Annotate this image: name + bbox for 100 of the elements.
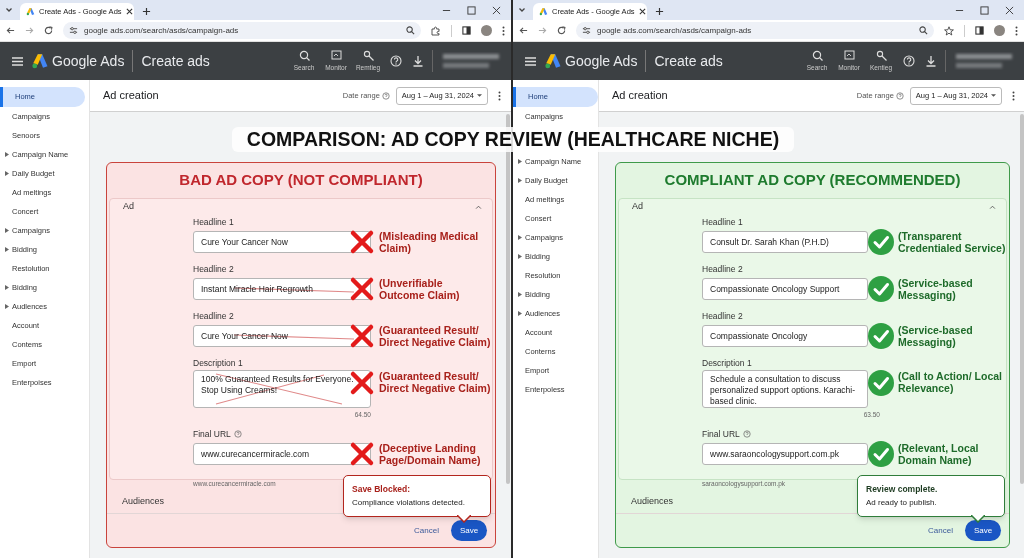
- address-bar[interactable]: google ads.com/search/asds/campaign-ads: [576, 22, 934, 39]
- expand-caret-icon[interactable]: [518, 254, 522, 259]
- maximize-icon[interactable]: [980, 6, 989, 15]
- page-heading: Create ads: [654, 51, 723, 71]
- tooltip-title: Save Blocked:: [352, 483, 412, 496]
- field-label: Headline 1: [193, 215, 234, 229]
- text-field[interactable]: Cure Your Cancer Now: [193, 231, 371, 253]
- field-label: Headline 2: [702, 309, 743, 323]
- compliance-note: (Service-based Messaging): [898, 277, 974, 301]
- tooltip-message: Ad ready to publish.: [866, 497, 938, 509]
- compliance-note: (Guaranteed Result/ Direct Negative Claim): [379, 324, 491, 348]
- expand-caret-icon[interactable]: [518, 178, 522, 183]
- site-settings-icon: [69, 26, 78, 35]
- scrollbar[interactable]: [1020, 114, 1024, 484]
- text-field[interactable]: Instant Miracle Hair Regrowth: [193, 278, 371, 300]
- product-name: Google Ads: [565, 51, 638, 71]
- more-menu-icon[interactable]: [1015, 25, 1018, 36]
- back-arrow-icon[interactable]: [6, 26, 15, 35]
- zoom-icon[interactable]: [406, 26, 415, 35]
- more-menu-icon[interactable]: [502, 25, 505, 36]
- download-icon[interactable]: [925, 55, 937, 67]
- side-panel-icon[interactable]: [462, 26, 471, 35]
- tooltip-message: Compliance violations detected.: [352, 497, 466, 509]
- section-title: Audiences: [631, 494, 674, 508]
- profile-avatar[interactable]: [994, 25, 1005, 36]
- profile-avatar[interactable]: [481, 25, 492, 36]
- close-icon[interactable]: [1005, 6, 1014, 15]
- section-title: Ad: [123, 200, 134, 214]
- dropdown-caret-icon: [991, 94, 996, 97]
- text-field[interactable]: Cure Your Cancer Now: [193, 325, 371, 347]
- tooltip-title: Review complete.: [866, 483, 939, 496]
- description-field[interactable]: Schedule a consultation to discuss personalized support options. Karachi-based clinic.: [702, 370, 868, 408]
- new-tab-icon[interactable]: [142, 7, 151, 16]
- field-label: Description 1: [193, 356, 243, 370]
- compliance-note: (Misleading Medical Claim): [379, 230, 480, 254]
- help-icon[interactable]: [903, 55, 915, 67]
- text-field[interactable]: www.saraoncologysupport.com.pk: [702, 443, 868, 465]
- collapse-chevron-icon[interactable]: [989, 205, 996, 209]
- help-icon: [233, 430, 242, 438]
- maximize-icon[interactable]: [467, 6, 476, 15]
- page-title: Ad creation: [612, 88, 668, 104]
- close-icon[interactable]: [492, 6, 501, 15]
- reload-icon[interactable]: [557, 26, 566, 35]
- expand-caret-icon[interactable]: [5, 228, 9, 233]
- compliance-note: (Deceptive Landing Page/Domain Name): [379, 442, 482, 466]
- dropdown-caret-icon: [477, 94, 482, 97]
- close-icon[interactable]: [638, 8, 646, 15]
- save-button[interactable]: Save: [965, 520, 1001, 541]
- page-heading: Create ads: [141, 51, 210, 71]
- expand-caret-icon[interactable]: [5, 171, 9, 176]
- help-icon[interactable]: [390, 55, 402, 67]
- more-menu-icon[interactable]: [498, 90, 501, 101]
- expand-caret-icon[interactable]: [518, 311, 522, 316]
- section-title: Audiences: [122, 494, 165, 508]
- download-icon[interactable]: [412, 55, 424, 67]
- google-ads-logo-icon: [544, 52, 562, 70]
- cancel-button[interactable]: Cancel: [414, 524, 439, 537]
- field-label: Final URL: [702, 427, 740, 441]
- save-button[interactable]: Save: [451, 520, 487, 541]
- text-field[interactable]: www.curecancermiracle.com: [193, 443, 371, 465]
- google-ads-logo-icon: [31, 52, 49, 70]
- puzzle-piece-icon[interactable]: [431, 25, 441, 36]
- expand-caret-icon[interactable]: [5, 285, 9, 290]
- google-ads-logo-icon: [26, 7, 35, 16]
- menu-icon[interactable]: [12, 56, 23, 66]
- card-heading: BAD AD COPY (NOT COMPLIANT): [179, 170, 423, 191]
- monitor-icon: [843, 49, 855, 61]
- close-icon[interactable]: [125, 8, 133, 15]
- more-menu-icon[interactable]: [1012, 90, 1015, 101]
- new-tab-icon[interactable]: [655, 7, 664, 16]
- text-field[interactable]: Consult Dr. Sarah Khan (P.H.D): [702, 231, 868, 253]
- product-name: Google Ads: [52, 51, 125, 71]
- expand-caret-icon[interactable]: [5, 304, 9, 309]
- zoom-icon[interactable]: [919, 26, 928, 35]
- key-icon: [362, 49, 374, 61]
- side-panel-icon[interactable]: [975, 26, 984, 35]
- field-label: Headline 2: [193, 262, 234, 276]
- address-bar[interactable]: google ads.com/search/asds/campaign-ads: [63, 22, 421, 39]
- expand-caret-icon[interactable]: [518, 159, 522, 164]
- collapse-chevron-icon[interactable]: [475, 205, 482, 209]
- compliance-note: (Unverifiable Outcome Claim): [379, 277, 461, 301]
- expand-caret-icon[interactable]: [5, 247, 9, 252]
- text-field[interactable]: Compassionate Oncology Support: [702, 278, 868, 300]
- reload-icon[interactable]: [44, 26, 53, 35]
- site-settings-icon: [582, 26, 591, 35]
- cancel-button[interactable]: Cancel: [928, 524, 953, 537]
- expand-caret-icon[interactable]: [5, 152, 9, 157]
- google-ads-logo-icon: [539, 7, 548, 16]
- monitor-icon: [330, 49, 342, 61]
- star-icon[interactable]: [944, 25, 954, 36]
- menu-icon[interactable]: [525, 56, 536, 66]
- search-icon: [298, 49, 310, 61]
- search-icon: [811, 49, 823, 61]
- text-field[interactable]: Compassionate Oncology: [702, 325, 868, 347]
- description-field[interactable]: 100% Guaranteed Results for Everyone. Stop Using Creams!: [193, 370, 371, 408]
- expand-caret-icon[interactable]: [518, 235, 522, 240]
- field-label: Headline 2: [193, 309, 234, 323]
- page-title: Ad creation: [103, 88, 159, 104]
- back-arrow-icon[interactable]: [519, 26, 528, 35]
- expand-caret-icon[interactable]: [518, 292, 522, 297]
